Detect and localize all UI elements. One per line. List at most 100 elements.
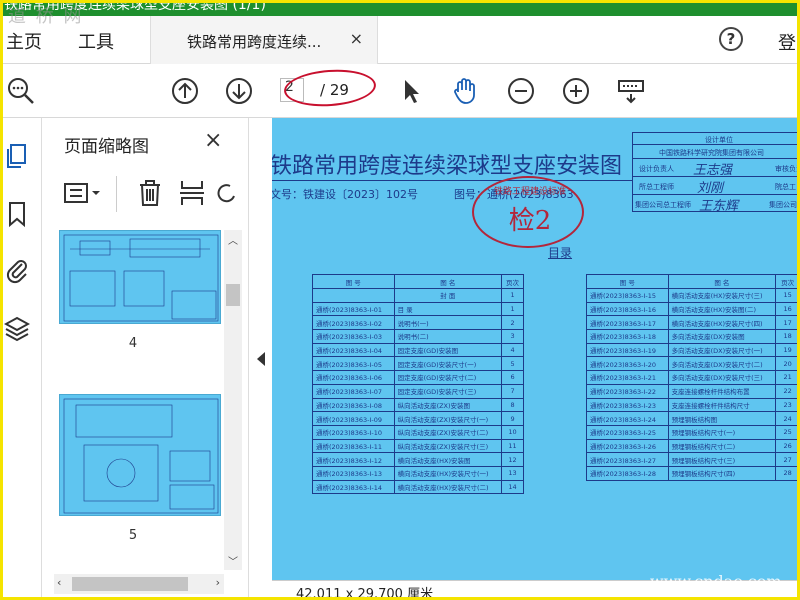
cell-figure-no: 通桥(2023)8363-Ⅰ-01 (312, 301, 395, 317)
cell-page: 16 (775, 301, 800, 317)
next-page-icon[interactable] (224, 76, 254, 106)
design-unit-label: 设计单位 (705, 136, 733, 144)
toolbar: 2 / 29 (0, 64, 800, 118)
extract-page-icon[interactable] (178, 178, 206, 208)
table-row: 通桥(2023)8363-Ⅰ-17 横向活动支座(HX)安装尺寸(四) 17 (586, 315, 800, 331)
cell-figure-name: 固定支座(GD)安装图 (393, 342, 503, 358)
scrollbar-thumb[interactable] (226, 284, 240, 306)
design-lead-label: 设计负责人 (639, 165, 674, 173)
cell-figure-no: 通桥(2023)8363-Ⅰ-03 (312, 329, 395, 344)
table-row: 通桥(2023)8363-Ⅰ-06 固定支座(GD)安装尺寸(二) 6 (312, 370, 524, 385)
zoom-out-icon[interactable] (506, 76, 536, 106)
thumbnail-vertical-scrollbar[interactable]: ︿ ﹀ (224, 230, 242, 570)
scroll-right-icon[interactable]: › (216, 576, 220, 589)
cell-figure-name: 预埋钢板结构尺寸(一) (667, 424, 777, 440)
menu-home[interactable]: 主页 (6, 28, 42, 54)
sig-row: 设计负责人 王志强 审核负责 (633, 159, 800, 178)
drawing-title: 铁路常用跨度连续梁球型支座安装图 (272, 154, 623, 179)
cell-figure-name: 固定支座(GD)安装尺寸(一) (393, 356, 503, 372)
table-row: 通桥(2023)8363-Ⅰ-04 固定支座(GD)安装图 4 (312, 342, 524, 358)
thumbnail-label-4: 4 (128, 336, 138, 351)
cell-page: 22 (775, 383, 800, 399)
close-tab-icon[interactable]: × (350, 29, 363, 48)
cell-figure-name: 多向活动支座(DX)安装尺寸(一) (667, 342, 777, 358)
sig-row: 设计单位 (633, 133, 800, 145)
document-tab[interactable]: 铁路常用跨度连续... × (150, 16, 378, 64)
collapse-arrow-icon[interactable] (257, 352, 265, 366)
cell-figure-name: 说明书(一) (393, 315, 503, 331)
select-cursor-icon[interactable] (396, 76, 426, 106)
thumbnail-horizontal-scrollbar[interactable]: ‹ › (54, 574, 224, 594)
cell-figure-name: 预埋钢板结构尺寸(四) (667, 465, 777, 481)
table-row: 通桥(2023)8363-Ⅰ-12 横向活动支座(HX)安装图 12 (312, 452, 524, 467)
previous-page-icon[interactable] (170, 76, 200, 106)
signature: 王志强 (693, 163, 733, 178)
cell-figure-no: 通桥(2023)8363-Ⅰ-15 (586, 288, 669, 303)
cell-figure-name: 预埋钢板结构图 (667, 411, 777, 426)
cell-page: 1 (501, 288, 524, 303)
rotate-page-icon[interactable] (216, 178, 236, 208)
cell-page: 15 (775, 288, 800, 303)
thumbnail-page-5[interactable] (59, 394, 221, 516)
cell-page: 20 (775, 356, 800, 372)
watermark-top: 道 桥 网 (8, 6, 84, 27)
table-row: 通桥(2023)8363-Ⅰ-24 预埋钢板结构图 24 (586, 411, 800, 426)
thumbnail-page-4[interactable] (59, 230, 221, 324)
cell-figure-no: 通桥(2023)8363-Ⅰ-22 (586, 383, 669, 399)
zoom-in-icon[interactable] (561, 76, 591, 106)
cell-figure-name: 纵向活动支座(ZX)安装尺寸(三) (393, 438, 503, 454)
cell-page: 14 (501, 479, 524, 495)
table-row: 通桥(2023)8363-Ⅰ-19 多向活动支座(DX)安装尺寸(一) 19 (586, 342, 800, 358)
delete-page-icon[interactable] (136, 178, 164, 208)
cell-page: 28 (775, 465, 800, 481)
bookmark-icon[interactable] (4, 200, 30, 228)
scroll-left-icon[interactable]: ‹ (57, 576, 61, 589)
table-row: 通桥(2023)8363-Ⅰ-28 预埋钢板结构尺寸(四) 28 (586, 465, 800, 481)
hand-tool-icon[interactable] (450, 76, 480, 106)
table-row: 通桥(2023)8363-Ⅰ-08 纵向活动支座(ZX)安装图 8 (312, 397, 524, 413)
menu-tools[interactable]: 工具 (78, 28, 114, 54)
attachment-icon[interactable] (4, 256, 30, 284)
cell-page: 11 (501, 438, 524, 454)
page-thumbnails-icon[interactable] (4, 142, 30, 170)
table-row: 通桥(2023)8363-Ⅰ-14 横向活动支座(HX)安装尺寸(二) 14 (312, 479, 524, 495)
scrollbar-thumb[interactable] (72, 577, 188, 591)
close-panel-icon[interactable]: × (204, 128, 222, 153)
stamp-arc-text: 铁路工程建设标准 (493, 187, 566, 197)
scroll-down-icon[interactable]: ﹀ (228, 553, 238, 568)
table-header-row: 图 号 图 名 页次 (586, 274, 800, 289)
table-row: 通桥(2023)8363-Ⅰ-25 预埋钢板结构尺寸(一) 25 (586, 424, 800, 440)
cell-figure-no: 通桥(2023)8363-Ⅰ-12 (312, 452, 395, 467)
thumbnail-drawing (63, 234, 219, 322)
thumbnail-options-icon[interactable] (62, 180, 104, 208)
watermark-bottom: www.cndao.com (650, 572, 782, 591)
cell-figure-no: 通桥(2023)8363-Ⅰ-14 (312, 479, 395, 495)
cell-figure-name: 横向活动支座(HX)安装尺寸(二) (393, 479, 503, 495)
login-button[interactable]: 登 (778, 29, 796, 55)
table-row: 通桥(2023)8363-Ⅰ-07 固定支座(GD)安装尺寸(三) 7 (312, 383, 524, 399)
cell-page: 21 (775, 370, 800, 385)
help-icon[interactable]: ? (719, 27, 743, 51)
cell-page: 17 (775, 315, 800, 331)
layers-icon[interactable] (4, 314, 30, 342)
cell-figure-no: 通桥(2023)8363-Ⅰ-09 (312, 411, 395, 426)
keyboard-icon[interactable] (616, 76, 646, 106)
table-row: 通桥(2023)8363-Ⅰ-23 支座连接螺栓杆件结构尺寸 23 (586, 397, 800, 413)
header-figure-no: 图 号 (312, 274, 395, 289)
cell-figure-no: 通桥(2023)8363-Ⅰ-28 (586, 465, 669, 481)
header-figure-name: 图 名 (667, 274, 777, 289)
signature: 刘刚 (697, 181, 724, 196)
cell-figure-no: 通桥(2023)8363-Ⅰ-06 (312, 370, 395, 385)
cell-figure-name: 多向活动支座(DX)安装尺寸(二) (667, 356, 777, 372)
cell-page: 27 (775, 452, 800, 467)
sig-row: 所总工程师 刘刚 院总工 (633, 177, 800, 196)
cell-figure-no: 通桥(2023)8363-Ⅰ-25 (586, 424, 669, 440)
panel-collapse-strip[interactable] (248, 118, 272, 600)
table-row: 通桥(2023)8363-Ⅰ-01 目 录1 (312, 301, 524, 317)
table-row: 通桥(2023)8363-Ⅰ-09 纵向活动支座(ZX)安装尺寸(一) 9 (312, 411, 524, 426)
zoom-search-icon[interactable] (6, 76, 36, 106)
table-row: 通桥(2023)8363-Ⅰ-05 固定支座(GD)安装尺寸(一) 5 (312, 356, 524, 372)
cell-page: 1 (501, 301, 524, 317)
scroll-up-icon[interactable]: ︿ (228, 232, 238, 247)
cell-figure-name: 说明书(二) (393, 329, 503, 344)
